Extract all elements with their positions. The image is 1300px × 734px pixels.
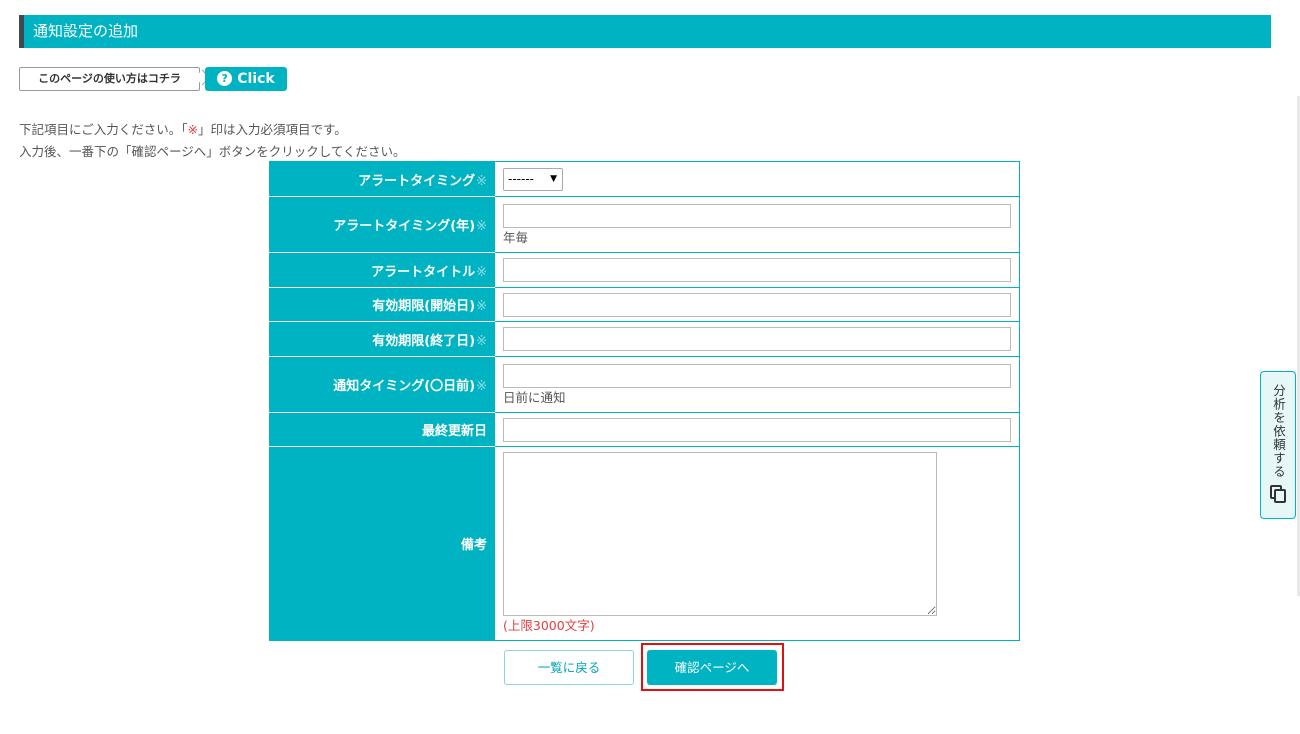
label-notify-timing: 通知タイミング(〇日前)※ (269, 356, 495, 413)
form-row-remarks: 備考 (上限3000文字) (269, 446, 1020, 641)
copy-icon (1270, 485, 1286, 507)
alert-timing-year-input[interactable] (503, 204, 1011, 228)
alert-title-input[interactable] (503, 258, 1011, 282)
cell-notify-timing: 日前に通知 (494, 356, 1020, 413)
required-mark: ※ (476, 379, 487, 394)
cell-last-updated (494, 412, 1020, 447)
intro-line-1: 下記項目にご入力ください。「※」印は入力必須項目です。 (19, 119, 406, 141)
valid-end-input[interactable] (503, 327, 1011, 351)
help-label: このページの使い方はコチラ (19, 67, 200, 91)
confirm-page-button[interactable]: 確認ページへ (647, 650, 777, 685)
notification-form: アラートタイミング※ ------ ▼ アラートタイミング(年)※ 年毎 アラート… (269, 161, 1020, 641)
remarks-textarea[interactable] (503, 451, 937, 616)
form-row-valid-end: 有効期限(終了日)※ (269, 321, 1020, 357)
remarks-limit-note: (上限3000文字) (503, 617, 595, 633)
question-icon: ? (217, 71, 233, 86)
form-row-valid-start: 有効期限(開始日)※ (269, 287, 1020, 322)
label-text: アラートタイトル (371, 264, 476, 280)
dropdown-arrow-icon: ▼ (550, 173, 557, 184)
form-row-alert-timing: アラートタイミング※ ------ ▼ (269, 161, 1020, 197)
label-remarks: 備考 (269, 446, 495, 641)
notify-timing-input[interactable] (503, 364, 1011, 388)
label-text: 備考 (460, 538, 487, 553)
form-row-last-updated: 最終更新日 (269, 412, 1020, 447)
back-to-list-button[interactable]: 一覧に戻る (504, 650, 634, 685)
required-mark: ※ (476, 333, 487, 349)
form-row-alert-title: アラートタイトル※ (269, 252, 1020, 288)
form-row-notify-timing: 通知タイミング(〇日前)※ 日前に通知 (269, 356, 1020, 413)
valid-start-input[interactable] (503, 292, 1011, 317)
label-valid-end: 有効期限(終了日)※ (269, 321, 495, 357)
cell-alert-timing-year: 年毎 (494, 196, 1020, 253)
label-text: 有効期限(開始日) (372, 299, 476, 314)
request-analysis-tab[interactable]: 分析を依頼する (1260, 371, 1296, 519)
alert-timing-year-note: 年毎 (503, 230, 529, 245)
help-click-label: Click (237, 71, 275, 87)
alert-timing-select[interactable]: ------ ▼ (503, 167, 563, 191)
required-mark: ※ (476, 264, 487, 280)
cell-valid-start (494, 287, 1020, 322)
cell-valid-end (494, 321, 1020, 357)
label-alert-title: アラートタイトル※ (269, 252, 495, 288)
form-row-alert-timing-year: アラートタイミング(年)※ 年毎 (269, 196, 1020, 253)
required-mark: ※ (476, 219, 487, 234)
required-mark: ※ (187, 122, 198, 137)
label-text: アラートタイミング(年) (333, 219, 476, 234)
intro-line-2: 入力後、一番下の「確認ページへ」ボタンをクリックしてください。 (19, 144, 406, 159)
label-text: 有効期限(終了日) (372, 333, 476, 349)
intro-text: 下記項目にご入力ください。「※」印は入力必須項目です。 入力後、一番下の「確認ペ… (19, 119, 406, 163)
page-header: 通知設定の追加 (19, 15, 1271, 48)
label-text: 通知タイミング(〇日前) (333, 379, 476, 394)
help-click-button[interactable]: ? Click (205, 67, 287, 91)
cell-alert-title (494, 252, 1020, 288)
page-title: 通知設定の追加 (33, 22, 139, 40)
label-last-updated: 最終更新日 (269, 412, 495, 447)
cell-remarks: (上限3000文字) (494, 446, 1020, 641)
label-text: 最終更新日 (421, 424, 487, 439)
label-alert-timing-year: アラートタイミング(年)※ (269, 196, 495, 253)
required-mark: ※ (476, 299, 487, 314)
label-text: アラートタイミング (358, 173, 476, 189)
notify-timing-note: 日前に通知 (503, 390, 566, 405)
intro-line-1-prefix: 下記項目にご入力ください。「 (19, 122, 188, 137)
intro-line-1-suffix: 」印は入力必須項目です。 (198, 122, 347, 137)
label-alert-timing: アラートタイミング※ (269, 161, 495, 197)
required-mark: ※ (476, 173, 487, 189)
last-updated-input[interactable] (503, 417, 1011, 442)
request-analysis-label: 分析を依頼する (1271, 384, 1286, 479)
label-valid-start: 有効期限(開始日)※ (269, 287, 495, 322)
cell-alert-timing: ------ ▼ (494, 161, 1020, 197)
select-value: ------ (508, 171, 534, 186)
